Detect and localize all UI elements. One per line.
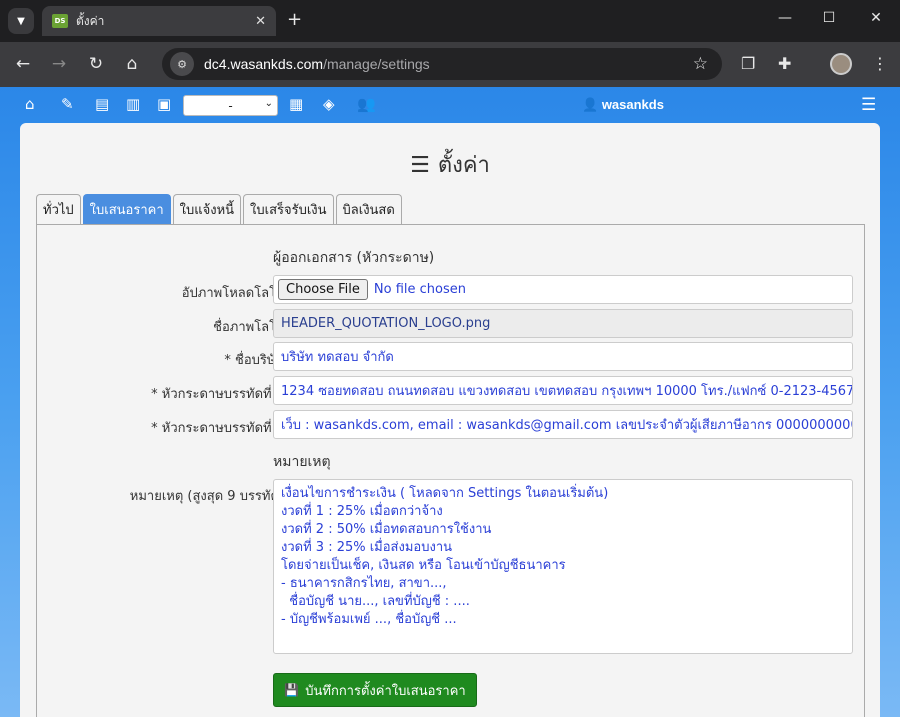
tab-search-icon[interactable]: ▼ xyxy=(8,8,34,34)
maximize-icon[interactable]: ☐ xyxy=(806,10,852,26)
bookmark-star-icon[interactable]: ☆ xyxy=(693,54,708,74)
url-text: dc4.wasankds.com/manage/settings xyxy=(204,56,430,72)
quotation-settings-panel: ผู้ออกเอกสาร (หัวกระดาษ) อัปภาพโหลดโลโก้… xyxy=(36,224,865,717)
sliders-icon: ☰ xyxy=(410,153,430,178)
edit-document-icon[interactable]: ✎ xyxy=(61,95,74,113)
profile-avatar[interactable] xyxy=(830,53,852,75)
tab-cash-bill[interactable]: บิลเงินสด xyxy=(335,194,402,224)
home-icon[interactable]: ⌂ xyxy=(121,54,143,74)
user-menu[interactable]: 👤 wasankds xyxy=(582,97,664,113)
tab-invoice[interactable]: ใบแจ้งหนี้ xyxy=(172,194,242,224)
note-label: หมายเหตุ (สูงสุด 9 บรรทัด) xyxy=(129,489,284,504)
home-nav-icon[interactable]: ⌂ xyxy=(25,95,35,113)
cash-icon[interactable]: ▣ xyxy=(157,95,171,113)
document-select[interactable]: - ⌄ xyxy=(183,95,278,116)
header-line2-label: * หัวกระดาษบรรทัดที่ 2 xyxy=(151,387,284,402)
settings-tabs: ทั่วไป ใบเสนอราคา ใบแจ้งหนี้ ใบเสร็จรับเ… xyxy=(36,194,404,224)
section-issuer-title: ผู้ออกเอกสาร (หัวกระดาษ) xyxy=(273,250,435,266)
no-file-text: No file chosen xyxy=(373,282,466,297)
forward-icon[interactable]: → xyxy=(48,54,70,74)
receipt-icon[interactable]: ▥ xyxy=(126,95,140,113)
new-tab-icon[interactable]: + xyxy=(287,9,302,31)
choose-file-button[interactable]: Choose File xyxy=(278,279,368,300)
web-page: ⌂ ✎ ▤ ▥ ▣ - ⌄ ▦ ◈ 👥 👤 wasankds ☰ ☰ ตั้งค่า… xyxy=(0,87,900,717)
tab-general[interactable]: ทั่วไป xyxy=(36,194,81,224)
address-bar[interactable]: ⚙ dc4.wasankds.com/manage/settings ☆ xyxy=(162,48,722,80)
settings-card: ☰ ตั้งค่า ทั่วไป ใบเสนอราคา ใบแจ้งหนี้ ใบ… xyxy=(20,123,880,717)
note-textarea[interactable]: เงื่อนไขการชำระเงิน ( โหลดจาก Settings ใ… xyxy=(273,479,853,654)
extensions-icon[interactable]: ✚ xyxy=(778,54,791,73)
hamburger-menu-icon[interactable]: ☰ xyxy=(861,95,876,115)
app-navbar: ⌂ ✎ ▤ ▥ ▣ - ⌄ ▦ ◈ 👥 👤 wasankds ☰ xyxy=(0,87,900,123)
header-line3-field[interactable]: เว็บ : wasankds.com, email : wasankds@gm… xyxy=(273,410,853,439)
username: wasankds xyxy=(601,97,664,112)
reload-icon[interactable]: ↻ xyxy=(85,54,107,74)
site-favicon: DS xyxy=(52,14,68,28)
layers-icon[interactable]: ◈ xyxy=(323,95,335,113)
browser-tab[interactable]: DS ตั้งค่า ✕ xyxy=(42,6,276,36)
browser-menu-icon[interactable]: ⋮ xyxy=(872,54,888,73)
tab-quotation[interactable]: ใบเสนอราคา xyxy=(82,194,171,224)
save-button-label: บันทึกการตั้งค่าใบเสนอราคา xyxy=(305,683,466,699)
minimize-icon[interactable]: — xyxy=(762,10,808,26)
back-icon[interactable]: ← xyxy=(12,54,34,74)
calendar-icon[interactable]: ▦ xyxy=(289,95,303,113)
site-info-icon[interactable]: ⚙ xyxy=(170,52,194,76)
company-name-field[interactable]: บริษัท ทดสอบ จำกัด xyxy=(273,342,853,371)
section-note-title: หมายเหตุ xyxy=(273,454,331,470)
users-icon[interactable]: 👥 xyxy=(357,95,376,113)
browser-toolbar: ← → ↻ ⌂ ⚙ dc4.wasankds.com/manage/settin… xyxy=(0,42,900,87)
logo-file-input[interactable]: Choose File No file chosen xyxy=(273,275,853,304)
tab-close-icon[interactable]: ✕ xyxy=(255,14,266,29)
upload-logo-label: อัปภาพโหลดโลโก้ xyxy=(181,286,284,301)
chevron-down-icon: ⌄ xyxy=(264,98,273,109)
header-line3-label: * หัวกระดาษบรรทัดที่ 3 xyxy=(151,421,284,436)
save-icon: 💾 xyxy=(284,683,300,697)
tab-title: ตั้งค่า xyxy=(76,13,105,28)
logo-name-field[interactable]: HEADER_QUOTATION_LOGO.png xyxy=(273,309,853,338)
page-title: ☰ ตั้งค่า xyxy=(410,153,490,178)
header-line2-field[interactable]: 1234 ซอยทดสอบ ถนนทดสอบ แขวงทดสอบ เขตทดสอ… xyxy=(273,376,853,405)
tab-groups-icon[interactable]: ❐ xyxy=(741,54,755,73)
save-quotation-settings-button[interactable]: 💾 บันทึกการตั้งค่าใบเสนอราคา xyxy=(273,673,477,707)
browser-tab-bar: ▼ DS ตั้งค่า ✕ + — ☐ ✕ xyxy=(0,0,900,42)
tab-receipt[interactable]: ใบเสร็จรับเงิน xyxy=(243,194,334,224)
invoice-icon[interactable]: ▤ xyxy=(95,95,109,113)
window-close-icon[interactable]: ✕ xyxy=(853,10,899,26)
